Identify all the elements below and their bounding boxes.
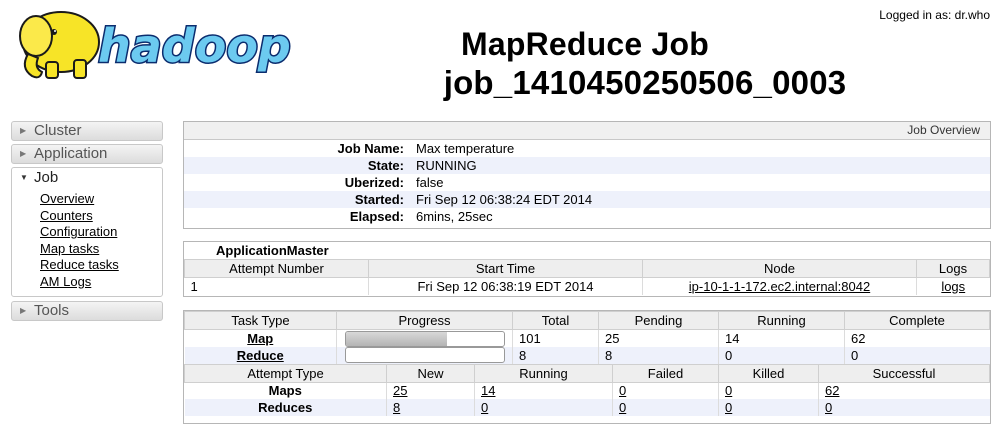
triangle-right-icon: ▶ [20, 126, 27, 135]
overview-label: Job Name: [337, 141, 404, 156]
overview-value: Max temperature [416, 141, 515, 156]
column-header: Running [718, 311, 845, 330]
page-title: MapReduce Job [461, 26, 709, 62]
link-counters[interactable]: Counters [40, 208, 93, 223]
column-header: Attempt Number [184, 259, 369, 278]
overview-value: false [416, 175, 444, 190]
reduce-total: 8 [512, 346, 599, 364]
column-header: Progress [336, 311, 513, 330]
application-master-table: Attempt Number Start Time Node Logs 1 Fr… [184, 259, 990, 295]
link-reduce-tasks[interactable]: Reduce tasks [40, 257, 119, 272]
column-header: Total [512, 311, 599, 330]
application-master-panel: ApplicationMaster Attempt Number Start T… [183, 241, 991, 297]
overview-label: State: [367, 158, 404, 173]
overview-value: RUNNING [416, 158, 477, 173]
tasks-table: Task Type Progress Total Pending Running… [184, 311, 990, 364]
triangle-right-icon: ▶ [20, 306, 27, 315]
column-header: Logs [916, 259, 990, 278]
overview-label: Uberized: [344, 175, 404, 190]
sidebar-item-cluster[interactable]: ▶ Cluster [11, 121, 163, 141]
maps-failed-link[interactable]: 0 [619, 383, 626, 398]
sidebar-nav: ▶ Cluster ▶ Application ▼ Job Overview Coun… [11, 121, 163, 324]
column-header: Node [642, 259, 917, 278]
column-header: Start Time [368, 259, 643, 278]
attempts-table: Attempt Type New Running Failed Killed S… [184, 363, 990, 417]
overview-row: Uberized: false [184, 174, 990, 191]
table-row: Maps 25 14 0 0 62 [185, 382, 990, 400]
logs-link[interactable]: logs [941, 279, 965, 294]
column-header: Failed [612, 363, 719, 383]
column-header: Task Type [184, 311, 337, 330]
reduce-tasks-link[interactable]: Reduce [237, 348, 284, 363]
reduces-running-link[interactable]: 0 [481, 400, 488, 415]
application-master-caption: ApplicationMaster [216, 243, 329, 258]
sidebar-item-label: Tools [34, 302, 70, 319]
reduce-complete: 0 [844, 346, 990, 364]
reduces-killed-link[interactable]: 0 [725, 400, 732, 415]
reduces-new-link[interactable]: 8 [393, 400, 400, 415]
overview-row: Elapsed: 6mins, 25sec [184, 208, 990, 225]
map-tasks-link[interactable]: Map [247, 331, 273, 346]
attempt-type: Reduces [184, 399, 387, 417]
maps-successful-link[interactable]: 62 [825, 383, 839, 398]
overview-value: 6mins, 25sec [416, 209, 493, 224]
link-am-logs[interactable]: AM Logs [40, 274, 91, 289]
attempt-number: 1 [190, 278, 198, 294]
reduce-progress-bar [344, 347, 505, 364]
attempt-type: Maps [268, 383, 302, 399]
table-row: Reduces 8 0 0 0 0 [184, 399, 990, 417]
map-running: 14 [718, 329, 845, 347]
sidebar-item-label: Cluster [34, 122, 82, 139]
maps-killed-link[interactable]: 0 [725, 383, 732, 398]
node-link[interactable]: ip-10-1-1-172.ec2.internal:8042 [689, 279, 870, 294]
overview-label: Elapsed: [349, 209, 404, 224]
logged-in-user: Logged in as: dr.who [879, 8, 990, 22]
column-header: Running [474, 363, 613, 383]
triangle-right-icon: ▶ [20, 149, 27, 158]
table-row: Map 101 25 14 62 [185, 329, 990, 347]
link-overview[interactable]: Overview [40, 191, 94, 206]
link-configuration[interactable]: Configuration [40, 224, 117, 239]
sidebar-item-tools[interactable]: ▶ Tools [11, 301, 163, 321]
maps-running-link[interactable]: 14 [481, 383, 495, 398]
map-total: 101 [512, 329, 599, 347]
job-id-title: job_1410450250506_0003 [443, 64, 847, 101]
job-overview-panel: Job Overview Job Name: Max temperature S… [183, 121, 991, 229]
reduces-failed-link[interactable]: 0 [619, 400, 626, 415]
map-progress-bar [344, 330, 505, 347]
sidebar-section-job: ▼ Job Overview Counters Configuration Map… [11, 167, 163, 297]
reduce-running: 0 [718, 346, 845, 364]
sidebar-item-job[interactable]: ▼ Job [12, 168, 162, 188]
overview-row: Job Name: Max temperature [184, 140, 990, 157]
job-links: Overview Counters Configuration Map task… [12, 188, 162, 296]
overview-row: Started: Fri Sep 12 06:38:24 EDT 2014 [184, 191, 990, 208]
sidebar-item-application[interactable]: ▶ Application [11, 144, 163, 164]
column-header: New [386, 363, 475, 383]
map-complete: 62 [844, 329, 990, 347]
sidebar-item-label: Job [34, 169, 59, 186]
overview-value: Fri Sep 12 06:38:24 EDT 2014 [416, 192, 593, 207]
reduces-successful-link[interactable]: 0 [825, 400, 832, 415]
column-header: Complete [844, 311, 990, 330]
table-row: Reduce 8 8 0 0 [184, 346, 990, 364]
column-header: Successful [818, 363, 990, 383]
column-header: Pending [598, 311, 719, 330]
column-header: Attempt Type [184, 363, 387, 383]
map-pending: 25 [598, 329, 719, 347]
table-row: 1 Fri Sep 12 06:38:19 EDT 2014 ip-10-1-1… [185, 277, 990, 295]
start-time: Fri Sep 12 06:38:19 EDT 2014 [368, 277, 643, 295]
reduce-pending: 8 [598, 346, 719, 364]
task-summary-panel: Task Type Progress Total Pending Running… [183, 310, 991, 424]
overview-label: Started: [354, 192, 404, 207]
column-header: Killed [718, 363, 819, 383]
overview-row: State: RUNNING [184, 157, 990, 174]
sidebar-item-label: Application [34, 145, 108, 162]
job-overview-caption: Job Overview [184, 122, 990, 140]
maps-new-link[interactable]: 25 [393, 383, 407, 398]
link-map-tasks[interactable]: Map tasks [40, 241, 99, 256]
triangle-down-icon: ▼ [20, 173, 28, 182]
